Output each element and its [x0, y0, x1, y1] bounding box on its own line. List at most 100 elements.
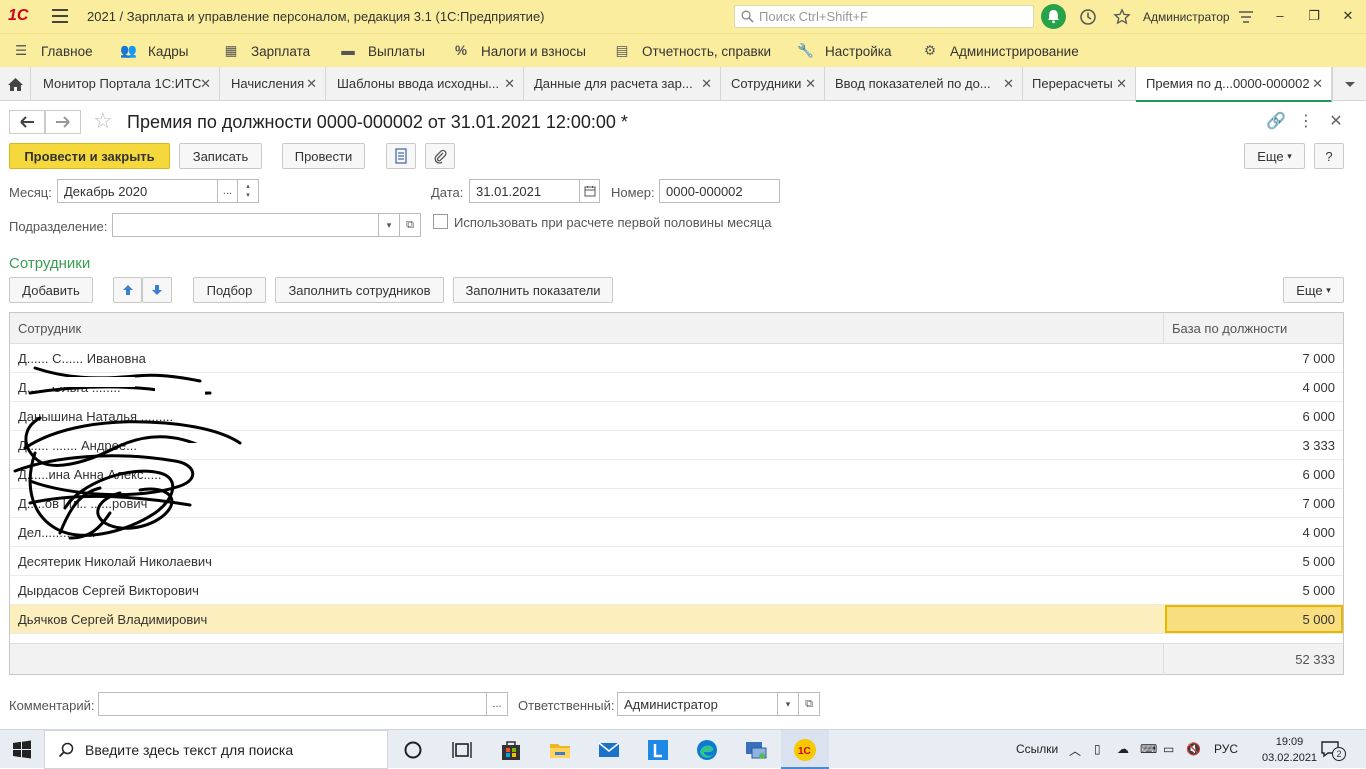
- table-row[interactable]: Десятерик Николай Николаевич 5 000: [10, 547, 1343, 576]
- menu-hr[interactable]: 👥 Кадры: [120, 43, 188, 59]
- calendar-button[interactable]: [579, 179, 600, 203]
- menu-administration[interactable]: ⚙ Администрирование: [922, 43, 1079, 59]
- tray-device-icon[interactable]: ▯: [1094, 742, 1101, 756]
- table-row[interactable]: Данышина Наталья ......... 6 000: [10, 402, 1343, 431]
- back-button[interactable]: [9, 110, 45, 134]
- tabs-dropdown[interactable]: [1332, 67, 1366, 101]
- store-icon[interactable]: [499, 738, 523, 762]
- tab-portal-monitor[interactable]: Монитор Портала 1С:ИТС ✕: [33, 67, 220, 101]
- links-toolbar[interactable]: Ссылки: [1016, 742, 1058, 756]
- tab-indicators[interactable]: Ввод показателей по до... ✕: [825, 67, 1023, 101]
- comment-input[interactable]: [98, 692, 487, 716]
- edge-browser-icon[interactable]: [695, 738, 719, 762]
- menu-settings[interactable]: 🔧 Настройка: [797, 43, 891, 59]
- month-select-button[interactable]: ...: [217, 179, 238, 203]
- tab-accruals[interactable]: Начисления ✕: [221, 67, 326, 101]
- tab-bonus-document[interactable]: Премия по д...0000-000002 ✕: [1136, 67, 1332, 102]
- taskbar-search[interactable]: Введите здесь текст для поиска: [44, 730, 388, 769]
- tab-recalculations[interactable]: Перерасчеты ✕: [1022, 67, 1136, 101]
- month-spinner[interactable]: ▴ ▾: [237, 179, 259, 203]
- month-input[interactable]: Декабрь 2020: [57, 179, 218, 203]
- tray-keyboard-icon[interactable]: ⌨: [1140, 742, 1157, 756]
- responsible-open-button[interactable]: ⧉: [798, 692, 820, 716]
- tray-chevron-icon[interactable]: ︿: [1069, 742, 1081, 759]
- post-button[interactable]: Провести: [282, 143, 365, 169]
- document-report-button[interactable]: [386, 143, 416, 169]
- menu-taxes[interactable]: % Налоги и взносы: [453, 43, 586, 59]
- task-view-icon[interactable]: [450, 738, 474, 762]
- favorite-star-icon[interactable]: ☆: [93, 108, 113, 134]
- table-row[interactable]: Дел........ ...... 4 000: [10, 518, 1343, 547]
- move-down-button[interactable]: [142, 277, 172, 303]
- cortana-icon[interactable]: [401, 738, 425, 762]
- tray-cloud-icon[interactable]: ☁: [1117, 742, 1129, 756]
- more-actions-button[interactable]: Еще ▾: [1244, 143, 1305, 169]
- mail-icon[interactable]: [597, 738, 621, 762]
- tab-employees[interactable]: Сотрудники ✕: [721, 67, 825, 101]
- table-row[interactable]: Д......ина Анна Алекс..... 6 000: [10, 460, 1343, 489]
- minimize-icon[interactable]: –: [1270, 6, 1290, 26]
- restore-icon[interactable]: ❐: [1304, 6, 1324, 26]
- post-and-close-button[interactable]: Провести и закрыть: [9, 143, 170, 169]
- move-up-button[interactable]: [113, 277, 142, 303]
- division-open-button[interactable]: ⧉: [399, 213, 421, 237]
- tab-templates[interactable]: Шаблоны ввода исходны... ✕: [327, 67, 524, 101]
- first-half-checkbox[interactable]: [433, 214, 448, 229]
- fill-indicators-button[interactable]: Заполнить показатели: [453, 277, 613, 303]
- responsible-input[interactable]: Администратор: [617, 692, 778, 716]
- responsible-dropdown[interactable]: ▾: [777, 692, 799, 716]
- settings-lines-icon[interactable]: [1237, 8, 1255, 26]
- employees-table[interactable]: Сотрудник База по должности Д...... С...…: [9, 312, 1344, 675]
- column-header-employee[interactable]: Сотрудник: [18, 321, 81, 336]
- table-row[interactable]: Д...... Ольга ........ 4 000: [10, 373, 1343, 402]
- main-menu-icon[interactable]: [52, 9, 68, 23]
- favorites-star-icon[interactable]: [1113, 8, 1131, 26]
- save-button[interactable]: Записать: [179, 143, 262, 169]
- close-tab-icon[interactable]: ✕: [306, 76, 317, 92]
- clock[interactable]: 19:09 03.02.2021: [1262, 734, 1317, 766]
- date-input[interactable]: 31.01.2021: [469, 179, 580, 203]
- tray-volume-muted-icon[interactable]: 🔇: [1186, 742, 1201, 756]
- language-indicator[interactable]: РУС: [1214, 742, 1238, 756]
- l-app-icon[interactable]: [646, 738, 670, 762]
- close-tab-icon[interactable]: ✕: [701, 76, 712, 92]
- windows-start-icon[interactable]: [10, 738, 34, 762]
- pick-button[interactable]: Подбор: [193, 277, 266, 303]
- menu-payments[interactable]: ▬ Выплаты: [340, 43, 425, 59]
- close-tab-icon[interactable]: ✕: [200, 76, 211, 92]
- close-tab-icon[interactable]: ✕: [805, 76, 816, 92]
- close-tab-icon[interactable]: ✕: [504, 76, 515, 92]
- link-icon[interactable]: 🔗: [1266, 111, 1286, 131]
- notifications-bell-icon[interactable]: [1041, 4, 1066, 29]
- forward-button[interactable]: [45, 110, 81, 134]
- fill-employees-button[interactable]: Заполнить сотрудников: [275, 277, 444, 303]
- division-dropdown[interactable]: ▾: [378, 213, 400, 237]
- menu-salary[interactable]: ▦ Зарплата: [223, 43, 311, 59]
- add-button[interactable]: Добавить: [9, 277, 93, 303]
- attach-button[interactable]: [425, 143, 455, 169]
- column-header-base[interactable]: База по должности: [1172, 321, 1287, 336]
- close-tab-icon[interactable]: ✕: [1003, 76, 1014, 92]
- table-row[interactable]: Д...... ....... Андрее... 3 333: [10, 431, 1343, 460]
- home-tab[interactable]: [0, 67, 31, 101]
- division-input[interactable]: [112, 213, 379, 237]
- taskbar-1c-active[interactable]: 1С: [781, 730, 829, 769]
- table-row[interactable]: Дырдасов Сергей Викторович 5 000: [10, 576, 1343, 605]
- help-button[interactable]: ?: [1314, 143, 1344, 169]
- close-tab-icon[interactable]: ✕: [1116, 76, 1127, 92]
- menu-reports[interactable]: ▤ Отчетность, справки: [614, 43, 771, 59]
- tray-network-icon[interactable]: ▭: [1163, 742, 1174, 756]
- file-explorer-icon[interactable]: [548, 738, 572, 762]
- table-row[interactable]: Д...... С...... Ивановна 7 000: [10, 344, 1343, 373]
- tab-salary-data[interactable]: Данные для расчета зар... ✕: [524, 67, 721, 101]
- notification-center-icon[interactable]: 2: [1320, 739, 1346, 761]
- table-more-button[interactable]: Еще ▾: [1283, 277, 1344, 303]
- user-name[interactable]: Администратор: [1143, 10, 1230, 24]
- table-row[interactable]: Дьячков Сергей Владимирович 5 000: [10, 605, 1343, 634]
- more-vertical-icon[interactable]: ⋮: [1296, 111, 1316, 131]
- close-window-icon[interactable]: ✕: [1338, 6, 1358, 26]
- close-form-icon[interactable]: ✕: [1326, 111, 1346, 131]
- remote-desktop-icon[interactable]: [744, 738, 768, 762]
- menu-main[interactable]: ☰ Главное: [13, 43, 93, 59]
- global-search-input[interactable]: Поиск Ctrl+Shift+F: [734, 5, 1034, 28]
